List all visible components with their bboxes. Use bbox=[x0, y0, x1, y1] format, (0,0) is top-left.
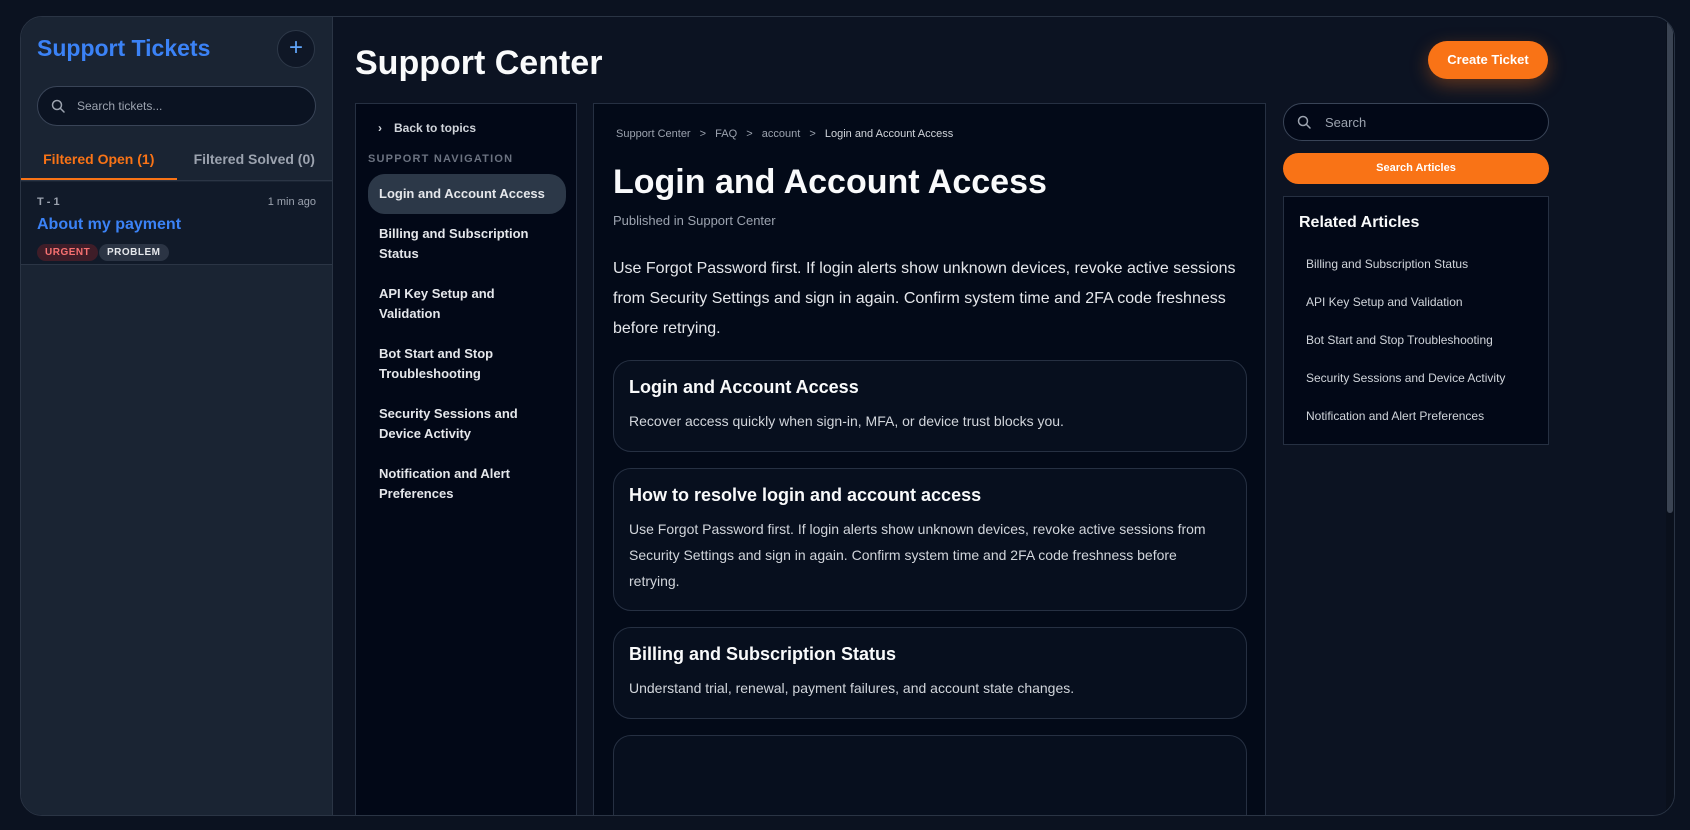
card-text: Recover access quickly when sign-in, MFA… bbox=[629, 413, 1064, 429]
tickets-sidebar: Support Tickets + Search tickets... Filt… bbox=[21, 17, 333, 815]
related-link[interactable]: Security Sessions and Device Activity bbox=[1299, 359, 1533, 397]
card-title: Billing and Subscription Status bbox=[629, 644, 897, 664]
article-search-input[interactable]: Search bbox=[1283, 103, 1549, 141]
chevron-right-icon: › bbox=[378, 121, 382, 135]
topic-card[interactable]: Login and Account Access Recover access … bbox=[613, 360, 1247, 452]
related-link[interactable]: Bot Start and Stop Troubleshooting bbox=[1299, 321, 1533, 359]
search-icon bbox=[51, 99, 65, 113]
breadcrumb: Support Center > FAQ > account > Login a… bbox=[616, 128, 959, 140]
breadcrumb-current: Login and Account Access bbox=[824, 128, 954, 140]
add-ticket-button[interactable]: + bbox=[277, 30, 315, 68]
back-to-topics-link[interactable]: › Back to topics bbox=[378, 121, 476, 135]
related-link[interactable]: Billing and Subscription Status bbox=[1299, 245, 1533, 283]
scrollbar[interactable] bbox=[1666, 17, 1674, 815]
plus-icon: + bbox=[288, 34, 303, 61]
card-title: Login and Account Access bbox=[629, 377, 859, 397]
topic-card[interactable]: How to resolve login and account access … bbox=[613, 468, 1247, 611]
article-body: Use Forgot Password first. If login aler… bbox=[613, 260, 1236, 337]
related-link[interactable]: Notification and Alert Preferences bbox=[1299, 397, 1533, 435]
app-window: Support Tickets + Search tickets... Filt… bbox=[20, 16, 1675, 816]
breadcrumb-separator: > bbox=[809, 128, 816, 140]
ticket-list-item[interactable]: T - 1 1 min ago About my payment URGENT … bbox=[21, 182, 332, 265]
nav-heading: SUPPORT NAVIGATION bbox=[368, 153, 514, 165]
ticket-search-placeholder: Search tickets... bbox=[77, 99, 163, 113]
scrollbar-thumb[interactable] bbox=[1667, 17, 1673, 513]
priority-badge: URGENT bbox=[37, 244, 99, 261]
topic-card[interactable] bbox=[613, 735, 1247, 815]
support-navigation: › Back to topics SUPPORT NAVIGATION Login… bbox=[355, 103, 577, 815]
ticket-subject: About my payment bbox=[37, 216, 182, 233]
nav-item-notification-preferences[interactable]: Notification and Alert Preferences bbox=[368, 454, 566, 514]
related-link[interactable]: API Key Setup and Validation bbox=[1299, 283, 1533, 321]
related-articles: Related Articles Billing and Subscriptio… bbox=[1283, 196, 1549, 445]
card-text: Use Forgot Password first. If login aler… bbox=[629, 521, 1206, 589]
card-text: Understand trial, renewal, payment failu… bbox=[629, 680, 1075, 696]
ticket-time: 1 min ago bbox=[267, 196, 316, 208]
breadcrumb-separator: > bbox=[699, 128, 707, 140]
right-panel: Search Search Articles Related Articles … bbox=[1283, 103, 1549, 445]
breadcrumb-account[interactable]: account bbox=[762, 128, 801, 140]
search-articles-button[interactable]: Search Articles bbox=[1283, 153, 1549, 184]
back-label: Back to topics bbox=[394, 121, 477, 135]
article-title: Login and Account Access bbox=[613, 163, 1047, 201]
tab-filtered-solved[interactable]: Filtered Solved (0) bbox=[177, 139, 333, 180]
ticket-search-input[interactable]: Search tickets... bbox=[37, 86, 316, 126]
article-panel: Support Center > FAQ > account > Login a… bbox=[593, 103, 1266, 815]
card-title: How to resolve login and account access bbox=[629, 485, 982, 505]
page-title: Support Center bbox=[355, 44, 603, 82]
ticket-id: T - 1 bbox=[37, 196, 60, 208]
nav-item-billing-subscription[interactable]: Billing and Subscription Status bbox=[368, 214, 566, 274]
type-badge: PROBLEM bbox=[99, 244, 169, 261]
breadcrumb-faq[interactable]: FAQ bbox=[715, 128, 737, 140]
nav-item-security-sessions[interactable]: Security Sessions and Device Activity bbox=[368, 394, 566, 454]
topic-card[interactable]: Billing and Subscription Status Understa… bbox=[613, 627, 1247, 719]
sidebar-title: Support Tickets bbox=[37, 35, 211, 61]
ticket-tabs: Filtered Open (1) Filtered Solved (0) bbox=[21, 139, 332, 181]
article-search-placeholder: Search bbox=[1325, 114, 1367, 130]
nav-item-bot-start-stop[interactable]: Bot Start and Stop Troubleshooting bbox=[368, 334, 566, 394]
nav-item-login-account-access[interactable]: Login and Account Access bbox=[368, 174, 566, 214]
search-icon bbox=[1297, 115, 1311, 129]
create-ticket-button[interactable]: Create Ticket bbox=[1428, 41, 1548, 79]
breadcrumb-support-center[interactable]: Support Center bbox=[616, 128, 691, 140]
breadcrumb-separator: > bbox=[746, 128, 753, 140]
main-content: Support Center Create Ticket › Back to to… bbox=[333, 17, 1674, 815]
nav-item-api-key-setup[interactable]: API Key Setup and Validation bbox=[368, 274, 566, 334]
nav-list: Login and Account Access Billing and Sub… bbox=[368, 174, 566, 514]
related-title: Related Articles bbox=[1299, 214, 1420, 231]
article-meta: Published in Support Center bbox=[613, 213, 776, 228]
tab-filtered-open[interactable]: Filtered Open (1) bbox=[21, 139, 177, 180]
